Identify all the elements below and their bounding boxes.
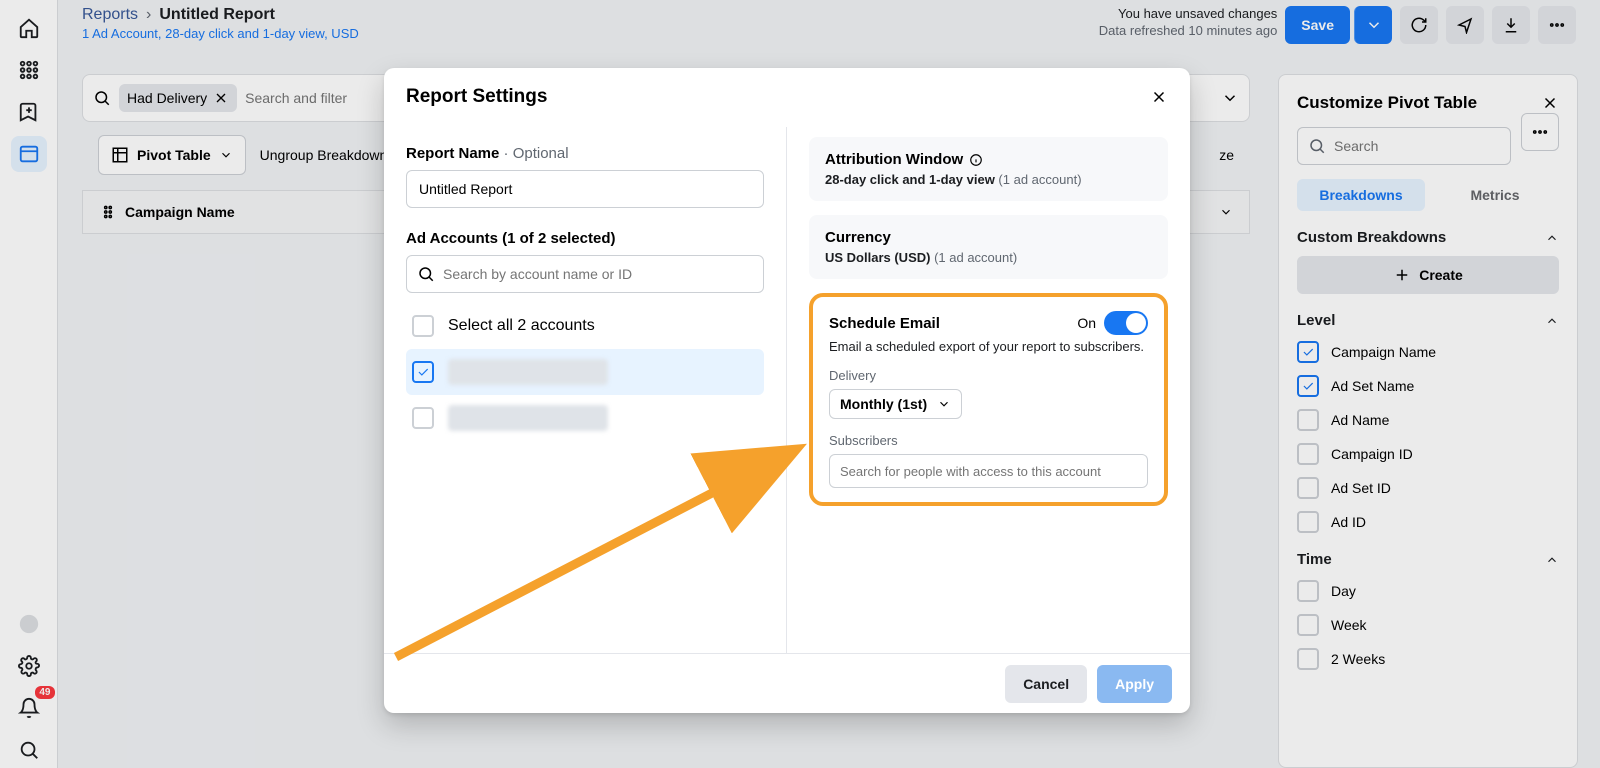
chevron-down-icon [937, 397, 951, 411]
info-icon [969, 153, 983, 167]
account-search-input[interactable] [443, 266, 753, 282]
report-name-label: Report Name · Optional [406, 145, 764, 162]
account-row-1[interactable] [406, 349, 764, 395]
schedule-email-header: Schedule Email [829, 315, 940, 332]
account-search[interactable] [406, 255, 764, 293]
search-icon [417, 265, 435, 283]
delivery-label: Delivery [829, 368, 1148, 383]
account-row-2[interactable] [406, 395, 764, 441]
close-icon[interactable] [1150, 88, 1168, 106]
account-name-redacted [448, 359, 608, 385]
modal-footer: Cancel Apply [384, 653, 1190, 713]
schedule-email-toggle[interactable] [1104, 311, 1148, 335]
subscribers-input[interactable] [829, 454, 1148, 488]
modal-left-column: Report Name · Optional Ad Accounts (1 of… [384, 127, 787, 653]
report-name-input[interactable] [406, 170, 764, 208]
modal-title: Report Settings [406, 86, 547, 108]
cancel-button[interactable]: Cancel [1005, 665, 1087, 703]
currency-card[interactable]: Currency US Dollars (USD) (1 ad account) [809, 215, 1168, 279]
modal-right-column: Attribution Window 28-day click and 1-da… [787, 127, 1190, 653]
ad-accounts-label: Ad Accounts (1 of 2 selected) [406, 230, 764, 247]
toggle-state-label: On [1077, 315, 1096, 331]
account-name-redacted [448, 405, 608, 431]
subscribers-label: Subscribers [829, 433, 1148, 448]
attribution-window-header: Attribution Window [825, 151, 1152, 168]
apply-button[interactable]: Apply [1097, 665, 1172, 703]
schedule-email-desc: Email a scheduled export of your report … [829, 339, 1148, 354]
attribution-window-card[interactable]: Attribution Window 28-day click and 1-da… [809, 137, 1168, 201]
schedule-email-card: Schedule Email On Email a scheduled expo… [809, 293, 1168, 506]
select-all-accounts[interactable]: Select all 2 accounts [406, 303, 764, 349]
report-settings-modal: Report Settings Report Name · Optional A… [384, 68, 1190, 713]
delivery-dropdown[interactable]: Monthly (1st) [829, 389, 962, 419]
currency-header: Currency [825, 229, 1152, 246]
